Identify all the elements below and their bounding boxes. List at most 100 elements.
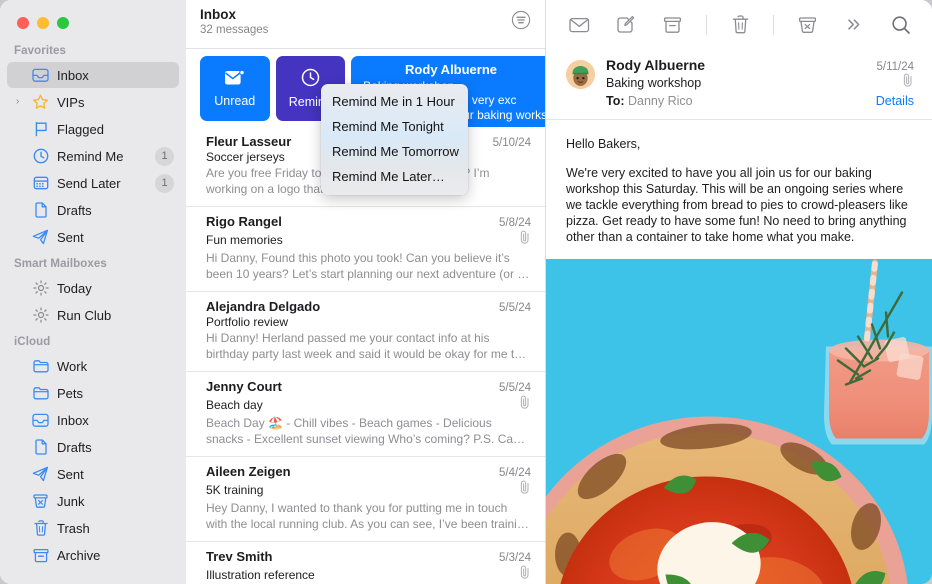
sidebar-item-drafts[interactable]: Drafts: [7, 197, 179, 223]
sidebar-item-label: Inbox: [57, 67, 89, 83]
context-menu-item[interactable]: Remind Me Tomorrow: [321, 139, 468, 164]
message-sender: Jenny Court: [206, 379, 282, 394]
context-menu-item[interactable]: Remind Me Tonight: [321, 114, 468, 139]
message-date: 5/5/24: [499, 302, 531, 314]
message-header: Rody Albuerne 5/11/24 Baking workshop To…: [546, 49, 932, 120]
chevron-double-right-icon[interactable]: [841, 10, 868, 40]
chevron-right-icon[interactable]: ›: [16, 97, 19, 107]
paperclip-icon: [519, 565, 531, 584]
inbox-icon: [31, 412, 50, 429]
document-icon: [31, 439, 50, 456]
message-subject: Baking workshop: [606, 76, 702, 90]
body-paragraph: We're very excited to have you all join …: [566, 166, 908, 244]
flag-icon: [31, 121, 50, 138]
message-date: 5/3/24: [499, 552, 531, 564]
calendar-icon: [31, 175, 50, 192]
message-preview: Hi Danny, Found this photo you took! Can…: [206, 251, 528, 281]
message-subject: Beach day: [206, 397, 263, 412]
trash-icon: [31, 520, 50, 537]
to-value: Danny Rico: [628, 94, 693, 108]
sidebar-item-label: Inbox: [57, 412, 89, 428]
minimize-button[interactable]: [37, 17, 49, 29]
sidebar-item-label: Sent: [57, 466, 84, 482]
swiped-message-sender: Rody Albuerne: [405, 62, 498, 77]
sidebar-item-run-club[interactable]: Run Club: [7, 302, 179, 328]
message-subject: Portfolio review: [206, 315, 289, 329]
message-body: Hello Bakers, We're very excited to have…: [546, 120, 932, 245]
sidebar-section-header: iCloud: [14, 336, 51, 348]
sidebar: Favorites Inbox › VIPs Flagged Remind Me 1 Send…: [0, 0, 186, 584]
message-date: 5/4/24: [499, 467, 531, 479]
pizza-photo: [546, 259, 932, 584]
sidebar-item-label: Pets: [57, 385, 84, 401]
message-preview: Hey Danny, I wanted to thank you for put…: [206, 501, 531, 531]
message-list-item[interactable]: Aileen Zeigen 5/4/24 5K training Hey Danny,…: [186, 457, 545, 542]
unread-badge: 1: [155, 173, 174, 193]
zoom-button[interactable]: [57, 17, 69, 29]
sidebar-section-header: Smart Mailboxes: [14, 258, 107, 270]
message-list-item[interactable]: Rigo Rangel 5/8/24 Fun memories Hi Danny, F…: [186, 207, 545, 292]
folder-icon: [31, 385, 50, 402]
message-list-item[interactable]: Trev Smith5/3/24Illustration referenceHi…: [186, 542, 545, 584]
mark-unread-icon[interactable]: [566, 10, 593, 40]
sidebar-item-inbox[interactable]: Inbox: [7, 407, 179, 433]
swipe-unread-button[interactable]: Unread: [200, 56, 270, 121]
paperclip-icon: [519, 230, 531, 249]
message-date: 5/8/24: [499, 217, 531, 229]
context-menu-item[interactable]: Remind Me in 1 Hour: [321, 89, 468, 114]
window-traffic-lights: [17, 17, 69, 29]
sidebar-item-label: Drafts: [57, 439, 92, 455]
sidebar-item-trash[interactable]: Trash: [7, 515, 179, 541]
message-date: 5/11/24: [876, 61, 914, 73]
search-icon[interactable]: [887, 10, 914, 40]
toolbar-divider-1: [705, 14, 707, 35]
folder-icon: [31, 358, 50, 375]
sidebar-item-label: Junk: [57, 493, 85, 509]
sidebar-item-drafts[interactable]: Drafts: [7, 434, 179, 460]
archive-icon[interactable]: [659, 10, 686, 40]
toolbar-divider-2: [773, 14, 775, 35]
sidebar-item-sent[interactable]: Sent: [7, 461, 179, 487]
avatar: [566, 60, 595, 89]
message-photo-attachment[interactable]: [546, 259, 932, 584]
sidebar-item-archive[interactable]: Archive: [7, 542, 179, 568]
sidebar-item-label: Send Later: [57, 175, 121, 191]
sidebar-item-vips[interactable]: › VIPs: [7, 89, 179, 115]
remind-me-context-menu[interactable]: Remind Me in 1 Hour Remind Me Tonight Remi…: [321, 84, 468, 195]
clock-icon: [301, 68, 320, 90]
paperclip-icon: [519, 395, 531, 414]
unread-badge: 1: [155, 146, 174, 166]
message-list-item[interactable]: Alejandra Delgado 5/5/24 Portfolio review H…: [186, 292, 545, 372]
junk-icon[interactable]: [794, 10, 821, 40]
sidebar-item-remind-me[interactable]: Remind Me 1: [7, 143, 179, 169]
sidebar-item-sent[interactable]: Sent: [7, 224, 179, 250]
reader-toolbar: [546, 0, 932, 49]
filter-icon[interactable]: [511, 10, 531, 35]
message-subject: Illustration reference: [206, 567, 315, 582]
sidebar-item-pets[interactable]: Pets: [7, 380, 179, 406]
paper-plane-icon: [31, 466, 50, 483]
sidebar-item-junk[interactable]: Junk: [7, 488, 179, 514]
message-list-item[interactable]: Jenny Court 5/5/24 Beach day Beach Day 🏖️ -…: [186, 372, 545, 457]
sidebar-item-label: Flagged: [57, 121, 104, 137]
message-sender: Aileen Zeigen: [206, 464, 291, 479]
trash-icon[interactable]: [727, 10, 754, 40]
message-sender: Trev Smith: [206, 549, 273, 564]
sidebar-item-work[interactable]: Work: [7, 353, 179, 379]
to-label: To:: [606, 94, 625, 108]
details-link[interactable]: Details: [876, 94, 914, 108]
sidebar-item-label: Run Club: [57, 307, 112, 323]
sidebar-item-flagged[interactable]: Flagged: [7, 116, 179, 142]
sidebar-item-label: VIPs: [57, 94, 85, 110]
mail-window: Favorites Inbox › VIPs Flagged Remind Me 1 Send…: [0, 0, 932, 584]
sidebar-item-label: Today: [57, 280, 92, 296]
compose-icon[interactable]: [613, 10, 640, 40]
message-preview: Beach Day 🏖️ - Chill vibes - Beach games…: [206, 416, 520, 446]
sidebar-item-send-later[interactable]: Send Later 1: [7, 170, 179, 196]
close-button[interactable]: [17, 17, 29, 29]
sidebar-item-inbox[interactable]: Inbox: [7, 62, 179, 88]
body-paragraph: Hello Bakers,: [566, 137, 641, 151]
sidebar-item-today[interactable]: Today: [7, 275, 179, 301]
context-menu-item[interactable]: Remind Me Later…: [321, 164, 468, 189]
clock-icon: [31, 148, 50, 165]
